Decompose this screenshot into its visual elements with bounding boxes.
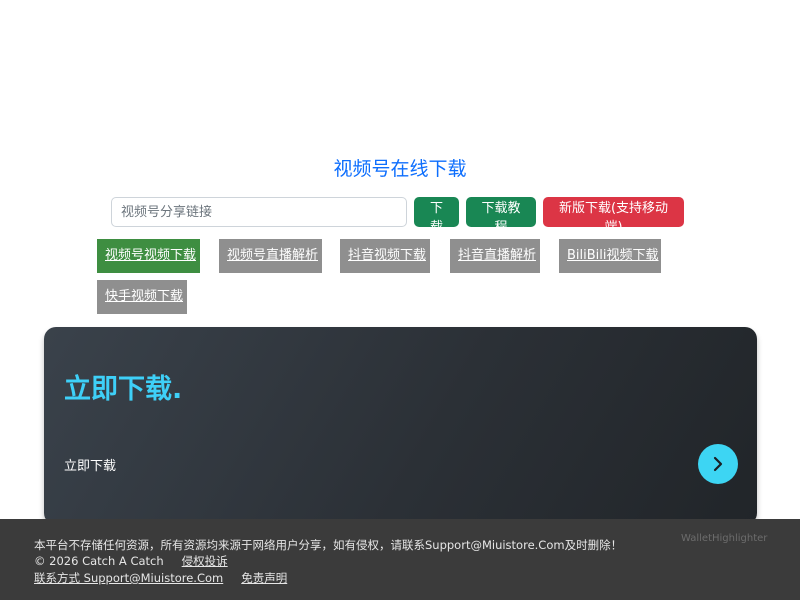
watermark: WalletHighlighter xyxy=(681,533,768,544)
footer-links-row: 联系方式 Support@Miuistore.Com 免责声明 xyxy=(34,570,287,586)
disclaimer-link[interactable]: 免责声明 xyxy=(241,571,287,585)
nav-link-douyin-video[interactable]: 抖音视频下载 xyxy=(340,239,430,273)
search-row: 下载 下载教程 新版下载(支持移动端) xyxy=(111,197,684,235)
contact-link[interactable]: 联系方式 Support@Miuistore.Com xyxy=(34,571,223,585)
footer-copyright-row: © 2026 Catch A Catch 侵权投诉 xyxy=(34,553,228,569)
hero-title: 立即下载. xyxy=(64,374,183,405)
page-title: 视频号在线下载 xyxy=(333,158,467,180)
download-button[interactable]: 下载 xyxy=(414,197,459,235)
hero-next-button[interactable] xyxy=(698,444,738,484)
footer-disclaimer: 本平台不存储任何资源，所有资源均来源于网络用户分享，如有侵权，请联系Suppor… xyxy=(34,538,623,552)
nav-link-channels-video[interactable]: 视频号视频下载 xyxy=(97,239,200,273)
chevron-right-icon xyxy=(713,456,723,472)
share-link-input[interactable] xyxy=(111,197,407,227)
nav-link-channels-live[interactable]: 视频号直播解析 xyxy=(219,239,322,273)
nav-link-douyin-live[interactable]: 抖音直播解析 xyxy=(450,239,540,273)
new-version-button[interactable]: 新版下载(支持移动端) xyxy=(543,197,684,235)
footer: 本平台不存储任何资源，所有资源均来源于网络用户分享，如有侵权，请联系Suppor… xyxy=(0,519,800,600)
nav-link-kuaishou-video[interactable]: 快手视频下载 xyxy=(97,280,187,314)
copyright-text: © 2026 Catch A Catch xyxy=(34,554,164,568)
hero-subtitle: 立即下载 xyxy=(64,459,117,474)
complaint-link[interactable]: 侵权投诉 xyxy=(182,554,228,568)
hero-banner: 立即下载. 立即下载 xyxy=(44,327,757,525)
nav-link-bilibili-video[interactable]: BiliBili视频下载 xyxy=(559,239,661,273)
tutorial-button[interactable]: 下载教程 xyxy=(466,197,536,235)
